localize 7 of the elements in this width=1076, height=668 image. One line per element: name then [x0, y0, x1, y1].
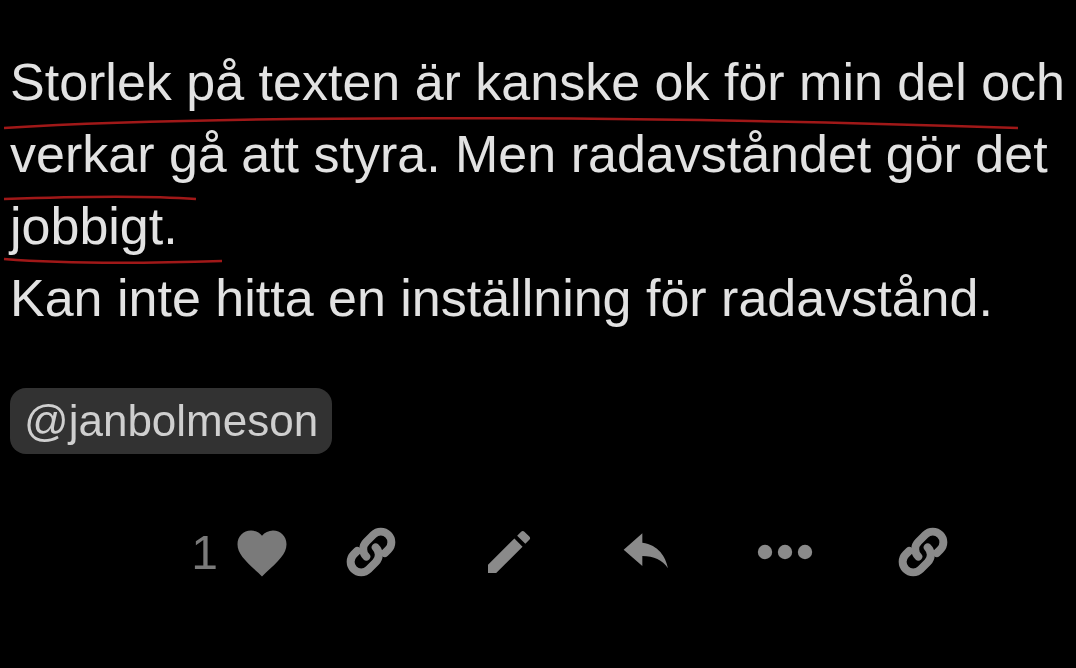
- like-count: 1: [191, 524, 218, 580]
- mention-tag[interactable]: @janbolmeson: [10, 388, 333, 454]
- post-text: verkar gå att styra. Men radavståndet gör det: [10, 126, 1048, 182]
- post-text: Kan inte hitta en inställning för radavstånd.: [10, 270, 993, 326]
- post-text: jobbigt.: [10, 198, 178, 254]
- more-icon[interactable]: [757, 542, 813, 562]
- post-text: Storlek på texten är kanske ok för min del och: [10, 54, 1065, 110]
